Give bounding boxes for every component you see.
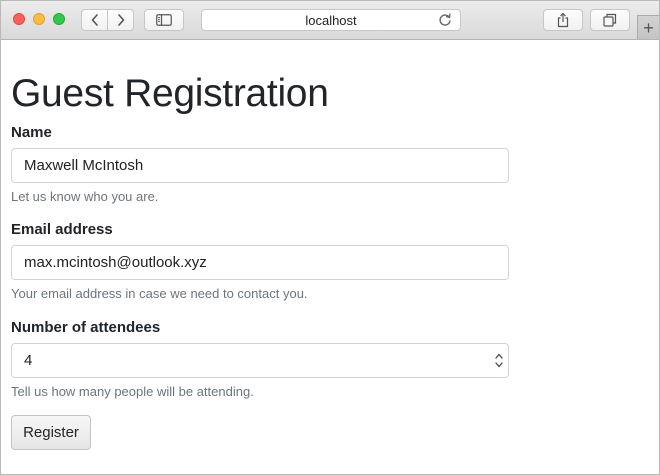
share-icon bbox=[557, 12, 569, 28]
attendees-value: 4 bbox=[24, 352, 33, 369]
chevron-left-icon bbox=[91, 14, 98, 26]
name-help-text: Let us know who you are. bbox=[11, 189, 159, 204]
email-label: Email address bbox=[11, 221, 113, 238]
new-tab-button[interactable]: + bbox=[637, 15, 659, 39]
email-value: max.mcintosh@outlook.xyz bbox=[24, 254, 207, 271]
name-group: Name Maxwell McIntosh Let us know who yo… bbox=[11, 124, 509, 204]
name-label: Name bbox=[11, 124, 52, 141]
name-value: Maxwell McIntosh bbox=[24, 157, 144, 174]
chevron-right-icon bbox=[117, 14, 124, 26]
attendees-input[interactable]: 4 bbox=[11, 343, 509, 378]
attendees-label: Number of attendees bbox=[11, 319, 161, 336]
address-bar[interactable]: localhost bbox=[201, 9, 461, 31]
email-input[interactable]: max.mcintosh@outlook.xyz bbox=[11, 245, 509, 280]
reload-button[interactable] bbox=[438, 12, 452, 33]
page-title: Guest Registration bbox=[11, 72, 329, 115]
sidebar-icon bbox=[156, 14, 172, 26]
address-text: localhost bbox=[305, 13, 357, 28]
close-window-button[interactable] bbox=[13, 13, 25, 25]
minimize-window-button[interactable] bbox=[33, 13, 45, 25]
sidebar-button[interactable] bbox=[144, 9, 184, 31]
navigation-buttons bbox=[81, 9, 135, 31]
email-group: Email address max.mcintosh@outlook.xyz Y… bbox=[11, 221, 509, 301]
plus-icon: + bbox=[643, 17, 654, 38]
back-button[interactable] bbox=[81, 9, 108, 31]
browser-window: localhost + Guest Registration Name Maxw… bbox=[0, 0, 660, 475]
browser-toolbar: localhost + bbox=[1, 1, 659, 40]
attendees-group: Number of attendees 4 Tell us how many p… bbox=[11, 319, 509, 399]
share-button[interactable] bbox=[543, 9, 583, 31]
reload-icon bbox=[439, 13, 451, 26]
zoom-window-button[interactable] bbox=[53, 13, 65, 25]
attendees-help-text: Tell us how many people will be attendin… bbox=[11, 384, 254, 399]
tabs-icon bbox=[603, 13, 617, 27]
email-help-text: Your email address in case we need to co… bbox=[11, 286, 308, 301]
register-button[interactable]: Register bbox=[11, 415, 91, 450]
forward-button[interactable] bbox=[107, 9, 134, 31]
tabs-button[interactable] bbox=[590, 9, 630, 31]
name-input[interactable]: Maxwell McIntosh bbox=[11, 148, 509, 183]
number-stepper-icon[interactable] bbox=[494, 351, 504, 370]
